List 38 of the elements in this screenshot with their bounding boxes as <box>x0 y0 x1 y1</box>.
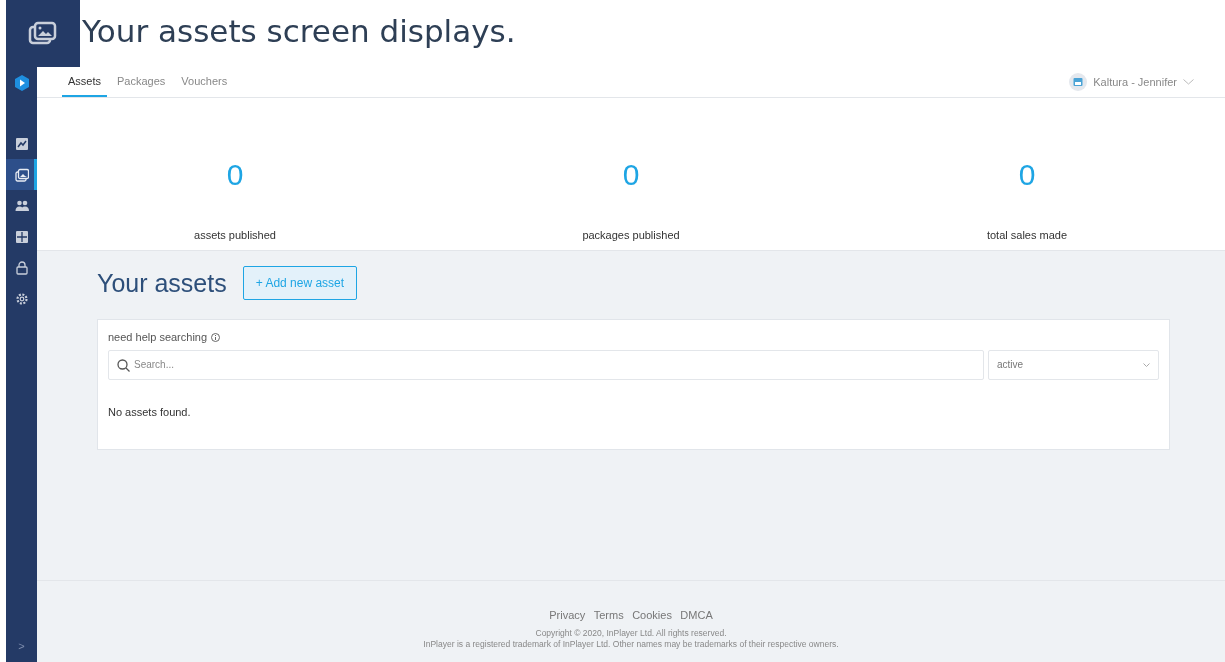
play-logo-icon <box>13 74 30 91</box>
tab[interactable]: Assets <box>62 67 107 97</box>
sidebar-item[interactable] <box>6 159 37 190</box>
help-label: need help searching <box>108 330 208 345</box>
info-icon[interactable] <box>211 332 221 342</box>
account-menu[interactable]: Kaltura - Jennifer <box>1063 67 1200 97</box>
stat-label: total sales made <box>986 228 1068 243</box>
stat-label: packages published <box>582 228 680 243</box>
settings-icon <box>14 291 29 306</box>
trademark-text: InPlayer is a registered trademark of InPlayer Ltd. Other names may be trademarks of their respective owners. <box>422 639 840 650</box>
stat-label: assets published <box>194 228 276 243</box>
images-icon <box>28 20 58 47</box>
expand-button[interactable]: > <box>6 631 37 662</box>
avatar-icon <box>1069 73 1088 91</box>
chart-icon <box>14 136 29 151</box>
images-icon <box>14 167 29 182</box>
users-icon <box>14 198 29 213</box>
empty-message: No assets found. <box>108 404 192 420</box>
page-heading: Your assets <box>97 268 227 298</box>
stat-value: 0 <box>622 157 640 193</box>
footer-link[interactable]: Privacy <box>549 609 586 621</box>
search-icon <box>117 358 130 372</box>
tab[interactable]: Vouchers <box>175 67 234 97</box>
add-asset-button[interactable]: + Add new asset <box>242 266 358 300</box>
copyright-text: Copyright © 2020, InPlayer Ltd. All rights reserved. <box>534 628 728 639</box>
chevron-down-icon <box>1143 362 1150 367</box>
status-dropdown[interactable]: active <box>988 349 1159 380</box>
chevron-down-icon <box>1183 79 1194 85</box>
search-field[interactable]: Search... <box>108 349 984 380</box>
footer-link[interactable]: Terms <box>593 609 624 621</box>
grid-icon <box>14 229 29 244</box>
footer-link[interactable]: Cookies <box>632 609 672 621</box>
footer-link[interactable]: DMCA <box>680 609 713 621</box>
caption: Your assets screen displays. <box>81 12 516 52</box>
tab[interactable]: Packages <box>111 67 172 97</box>
lock-icon <box>14 260 29 275</box>
stat-value: 0 <box>1018 157 1036 193</box>
stat-value: 0 <box>226 157 244 193</box>
